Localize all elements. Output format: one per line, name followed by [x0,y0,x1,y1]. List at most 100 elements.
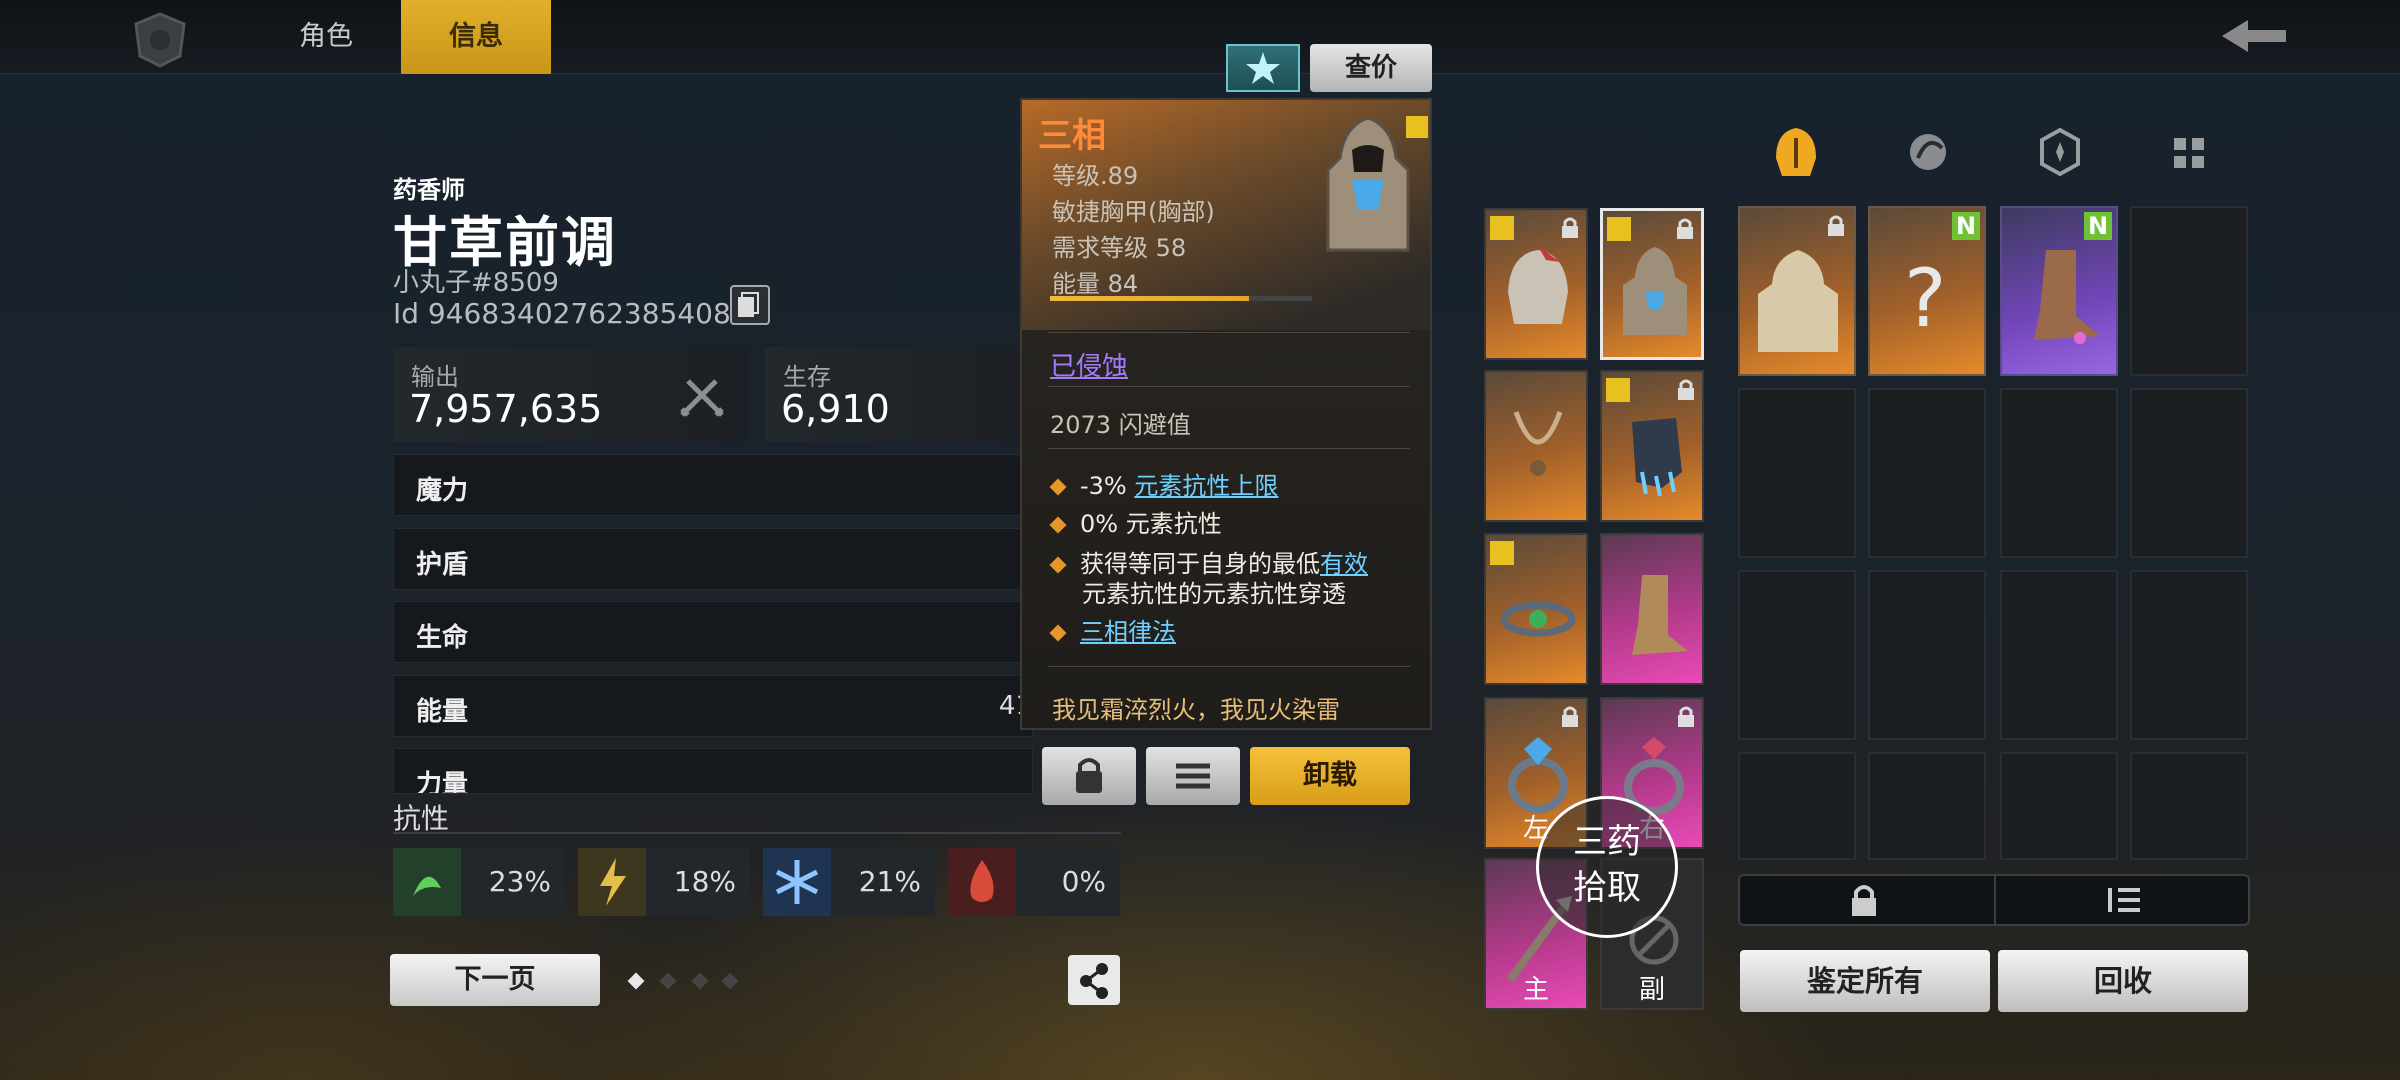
equip-slot-chest[interactable] [1600,208,1704,360]
stat-row-strength[interactable]: 力量 [393,748,1033,794]
svg-text:?: ? [1904,252,1946,345]
stat-row-label: 力量 [416,770,469,794]
equip-slot-amulet[interactable] [1484,370,1588,522]
chest-armor-icon [1623,247,1687,335]
affix-link[interactable]: 元素抗性上限 [1134,472,1278,500]
slot-label-off: 副 [1638,975,1665,1005]
resist-cold[interactable]: 21% [763,848,935,916]
output-card: 输出 7,957,635 [393,347,748,442]
stat-row-life[interactable]: 生命 [393,601,1033,663]
poison-resist-icon [393,848,461,916]
lock-all-icon[interactable] [1846,882,1882,918]
stat-row-label: 生命 [416,623,469,653]
stash-cell[interactable] [2000,388,2118,558]
check-price-button[interactable]: 查价 [1310,44,1432,92]
pickup-line1: 三药 [1573,822,1641,862]
chest-armor-icon [1758,250,1838,352]
affix-text-line2: 元素抗性的元素抗性穿透 [1082,580,1346,608]
survival-value: 6,910 [781,387,890,431]
item-tooltip: 三相 等级.89 敏捷胸甲(胸部) 需求等级 58 能量 84 已侵蚀 2073… [1020,98,1432,730]
stash-cell[interactable] [2130,388,2248,558]
stash-cell[interactable] [1868,752,1986,860]
affix-bullet-icon [1049,516,1067,534]
more-options-button[interactable] [1146,747,1240,805]
stat-row-energy[interactable]: 能量 41 [393,675,1033,737]
favorite-star-icon[interactable] [1226,44,1300,92]
crossed-swords-icon [680,379,724,417]
slot-label-main: 主 [1522,975,1549,1005]
stash-cell[interactable] [1868,388,1986,558]
helmet-category-icon[interactable] [1772,124,1820,180]
pickup-button[interactable]: 三药 拾取 [1536,796,1678,938]
corrupted-link[interactable]: 已侵蚀 [1050,346,1128,383]
page-dot-active[interactable] [627,972,645,990]
copy-icon[interactable] [730,285,770,325]
player-tag: 小丸子#8509 [393,268,559,298]
page-dot[interactable] [691,972,709,990]
unequip-button[interactable]: 卸载 [1250,747,1410,805]
stash-cell[interactable] [2130,570,2248,740]
equip-slot-belt[interactable] [1484,533,1588,685]
energy-bar-fill [1050,296,1250,301]
tradeable-tag-icon [1490,216,1514,240]
skill-category-icon[interactable] [2036,124,2084,180]
tradeable-tag-icon [1607,217,1631,241]
resist-lightning[interactable]: 18% [578,848,750,916]
back-arrow-icon[interactable] [2218,14,2290,58]
affix-link[interactable]: 三相律法 [1080,618,1176,646]
item-type: 敏捷胸甲(胸部) [1052,198,1215,226]
grid-category-icon[interactable] [2166,124,2214,180]
share-icon[interactable] [1068,955,1120,1005]
stat-row-shield[interactable]: 护盾 [393,528,1033,590]
stash-cell[interactable] [2130,752,2248,860]
amulet-icon [1513,411,1563,476]
identify-all-button[interactable]: 鉴定所有 [1740,950,1990,1012]
equip-slot-gloves[interactable] [1600,370,1704,522]
sort-icon[interactable] [2104,882,2144,918]
affix-bullet-icon [1049,556,1067,574]
stash-cell[interactable] [2000,752,2118,860]
tab-info[interactable]: 信息 [401,0,551,74]
stash-cell[interactable]: N [2000,206,2118,376]
stash-cell[interactable] [2000,570,2118,740]
lock-icon [1677,218,1693,239]
required-level: 需求等级 58 [1052,234,1187,262]
page-dot[interactable] [721,972,739,990]
output-value: 7,957,635 [409,387,603,431]
stat-row-label: 护盾 [416,550,469,580]
stash-cell[interactable]: N ? [1868,206,1986,376]
pickup-line2: 拾取 [1573,868,1641,908]
stash-cell[interactable] [1868,570,1986,740]
resist-fire[interactable]: 0% [948,848,1120,916]
equip-slot-helmet[interactable] [1484,208,1588,360]
recycle-button[interactable]: 回收 [1998,950,2248,1012]
resist-value: 0% [1061,865,1106,898]
next-page-button[interactable]: 下一页 [390,954,600,1006]
equip-slot-boots[interactable] [1600,533,1704,685]
divider [1048,332,1410,333]
affix-bullet-icon [1049,478,1067,496]
item-level: 等级.89 [1052,162,1139,190]
stash-cell[interactable] [1738,388,1856,558]
tradeable-tag-icon [1606,378,1630,402]
stat-row-mana[interactable]: 魔力 [393,454,1033,516]
resist-value: 21% [858,865,921,898]
guild-crest-icon[interactable] [128,10,192,70]
affix-text: -3% [1080,472,1135,500]
stash-cell[interactable] [1738,206,1856,376]
dragon-category-icon[interactable] [1904,124,1952,180]
energy-bar [1050,296,1312,301]
lock-icon [1828,215,1844,236]
lock-item-button[interactable] [1042,747,1136,805]
stash-cell[interactable] [1738,570,1856,740]
divider [1994,876,1996,924]
stash-cell[interactable] [2130,206,2248,376]
stash-cell[interactable] [1738,752,1856,860]
page-dot[interactable] [659,972,677,990]
helmet-icon [1508,246,1568,324]
unidentified-item-icon: ? [1904,252,1946,345]
tab-role[interactable]: 角色 [251,0,401,74]
flavor-text: 我见霜淬烈火，我见火染雷 [1052,696,1340,724]
player-id: Id 946834027623854080 [393,297,749,330]
resist-poison[interactable]: 23% [393,848,565,916]
